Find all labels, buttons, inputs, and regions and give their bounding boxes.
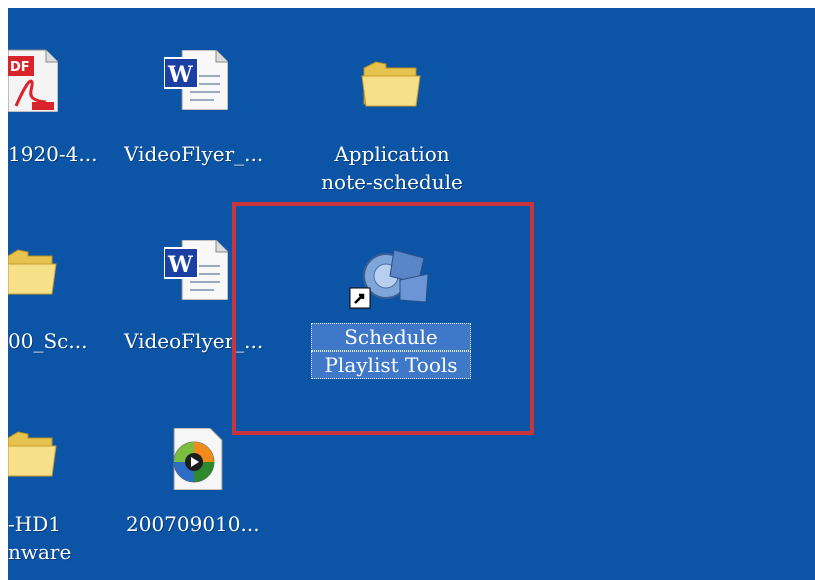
desktop-icon-label: Application — [334, 142, 450, 166]
word-document-icon: W — [164, 50, 228, 110]
desktop-icon-label: VideoFlyer_... — [124, 142, 264, 166]
desktop-icon-folder-00-sc[interactable]: 00_Sc... — [8, 238, 118, 358]
desktop-icon-label: 00_Sc... — [8, 329, 88, 353]
svg-text:W: W — [167, 252, 193, 278]
desktop-icon-pdf[interactable]: DF 1920-4... — [8, 48, 118, 198]
desktop-icon-videoflyer-1[interactable]: W VideoFlyer_... — [118, 48, 308, 198]
desktop-icon-application-note-schedule[interactable]: Application note-schedule — [308, 48, 488, 198]
word-document-icon: W — [164, 240, 228, 300]
svg-text:W: W — [167, 62, 193, 88]
desktop-icon-label: nware — [8, 540, 72, 564]
media-file-icon — [173, 428, 223, 490]
pdf-file-icon: DF — [8, 49, 58, 112]
desktop-icon-media-200709010[interactable]: 200709010... — [118, 418, 308, 578]
svg-text:DF: DF — [10, 60, 30, 75]
desktop-icon-label: 200709010... — [126, 512, 260, 536]
folder-icon — [8, 249, 57, 295]
highlight-box — [232, 202, 534, 435]
desktop-icon-label: -HD1 — [8, 512, 61, 536]
desktop-icon-folder-hd1[interactable]: -HD1 nware — [8, 418, 118, 578]
folder-icon — [8, 431, 57, 477]
folder-icon — [361, 61, 421, 107]
desktop-icon-label: 1920-4... — [8, 142, 98, 166]
desktop: DF 1920-4... W VideoFlyer_... Applicatio… — [8, 8, 815, 580]
desktop-icon-label: note-schedule — [321, 170, 463, 194]
